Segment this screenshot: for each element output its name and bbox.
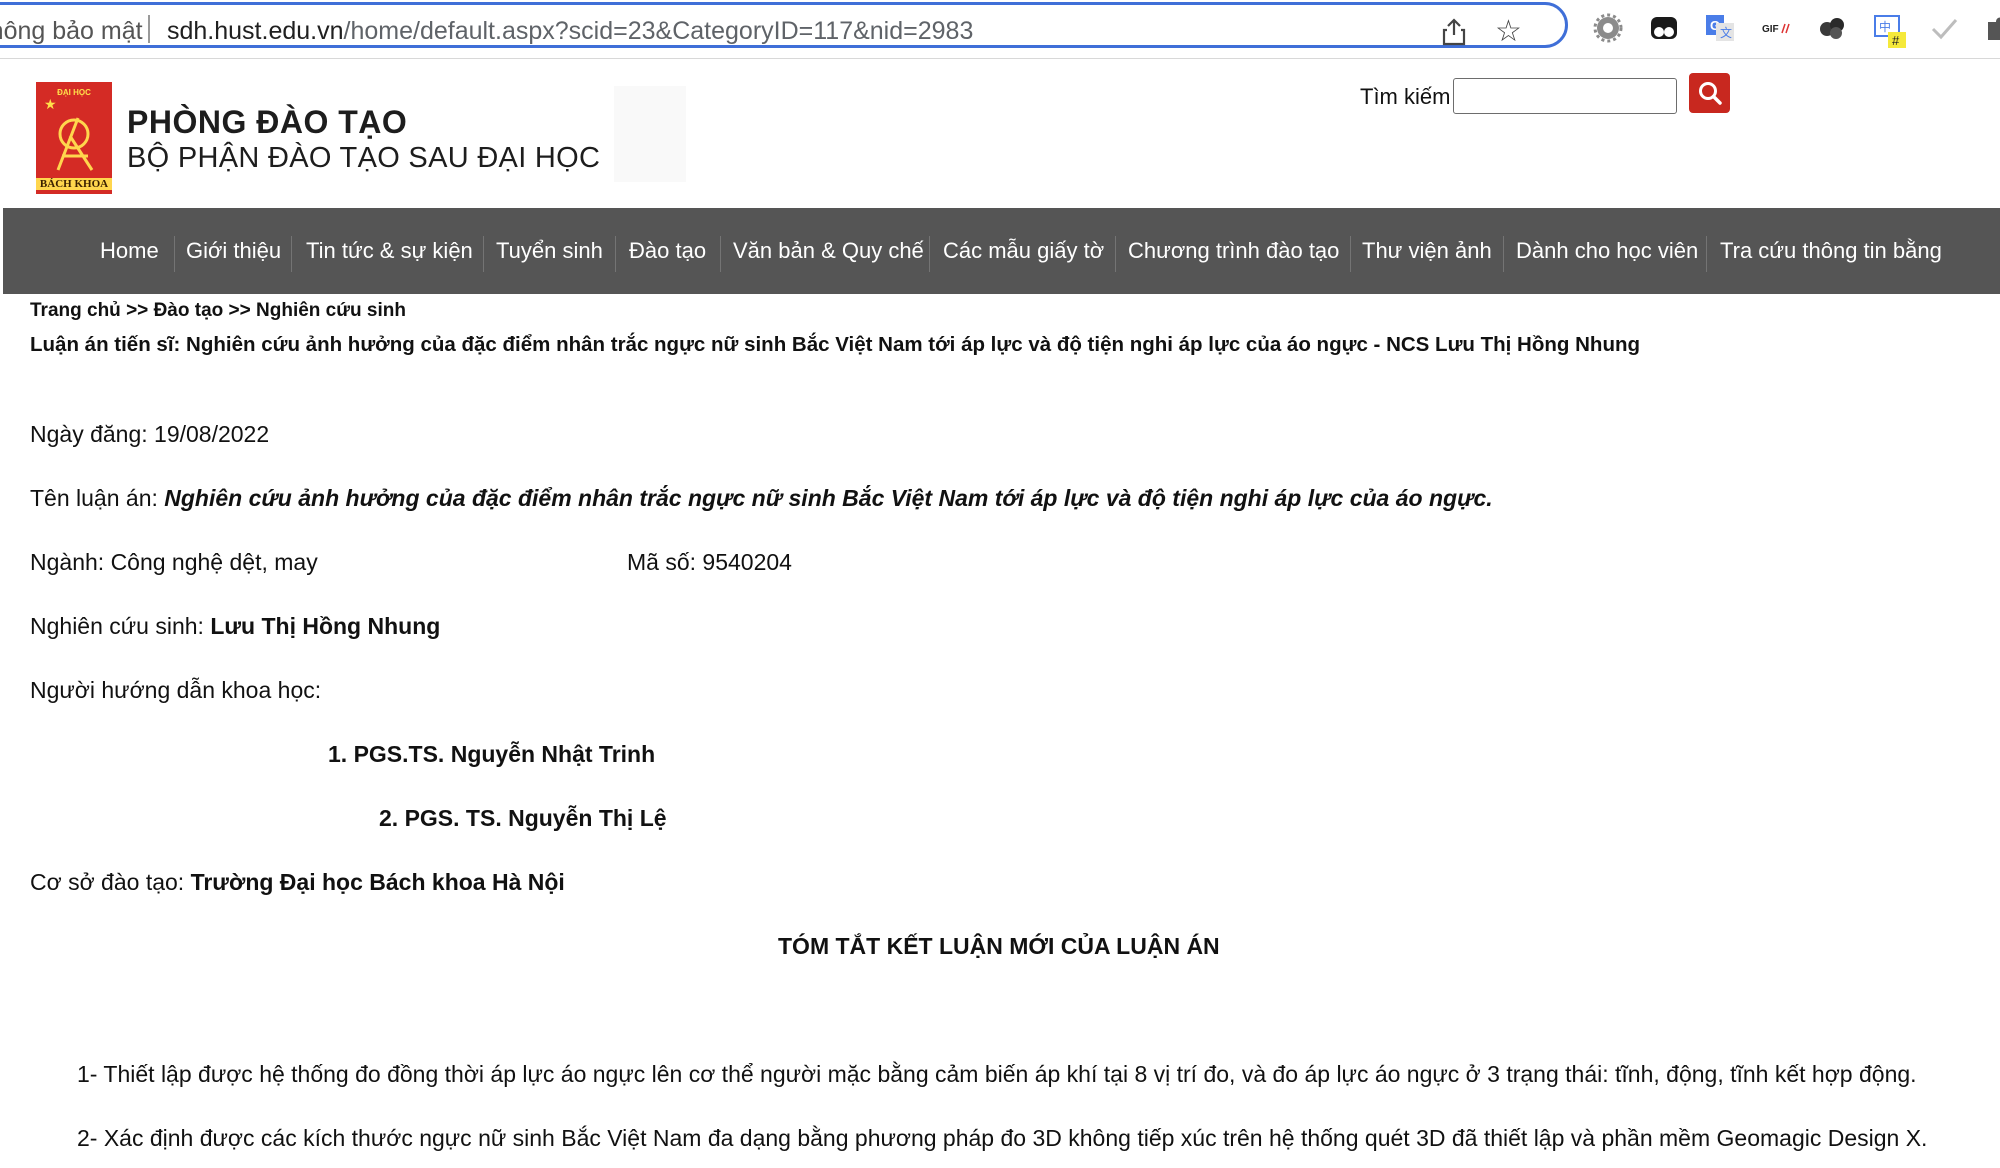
breadcrumb: Trang chủ >> Đào tạo >> Nghiên cứu sinh <box>30 300 406 322</box>
svg-text:文: 文 <box>1720 25 1732 40</box>
address-bar[interactable]: Không bảo mật sdh.hust.edu.vn/home/defau… <box>0 2 1568 48</box>
major-code: Mã số: 9540204 <box>627 549 792 576</box>
nav-cac-mau-giay-to[interactable]: Các mẫu giấy tờ <box>943 208 1104 294</box>
search-icon <box>1698 82 1722 105</box>
url-path: /home/default.aspx?scid=23&CategoryID=11… <box>343 17 974 45</box>
institution-value: Trường Đại học Bách khoa Hà Nội <box>190 869 565 895</box>
department-subtitle[interactable]: BỘ PHẬN ĐÀO TẠO SAU ĐẠI HỌC <box>127 142 600 175</box>
logo-bottom-text: BÁCH KHOA <box>36 178 112 190</box>
puzzle-extension-icon[interactable] <box>1984 12 2000 44</box>
advisor-2: 2. PGS. TS. Nguyễn Thị Lệ <box>379 805 667 831</box>
breadcrumb-separator: >> <box>126 300 149 321</box>
major-code-value: 9540204 <box>702 549 792 575</box>
nav-tra-cuu-thong-tin-bang[interactable]: Tra cứu thông tin bằng <box>1720 208 1942 294</box>
conclusion-2: 2- Xác định được các kích thước ngực nữ … <box>77 1125 1928 1151</box>
nav-thu-vien-anh[interactable]: Thư viện ảnh <box>1362 208 1492 294</box>
bookmark-star-icon[interactable]: ☆ <box>1495 14 1522 49</box>
institution-label: Cơ sở đào tạo: <box>30 869 191 895</box>
nav-danh-cho-hoc-vien[interactable]: Dành cho học viên <box>1516 208 1698 294</box>
thesis-title: Tên luận án: Nghiên cứu ảnh hưởng của đặ… <box>30 485 1493 512</box>
advisor-label: Người hướng dẫn khoa học: <box>30 677 322 703</box>
logo-top-text: ĐẠI HỌC <box>57 88 91 97</box>
nav-tin-tuc-su-kien[interactable]: Tin tức & sự kiện <box>306 208 473 294</box>
thesis-title-label: Tên luận án: <box>30 485 165 511</box>
settings-extension-icon[interactable] <box>1592 12 1624 44</box>
url-text[interactable]: sdh.hust.edu.vn/home/default.aspx?scid=2… <box>167 17 973 46</box>
post-date-value: 19/08/2022 <box>154 421 270 447</box>
nav-divider <box>1503 236 1504 272</box>
google-translate-extension-icon[interactable]: G文 <box>1704 12 1736 44</box>
breadcrumb-separator: >> <box>228 300 251 321</box>
nav-divider <box>720 236 721 272</box>
main-navigation: Home Giới thiệu Tin tức & sự kiện Tuyển … <box>3 208 2000 294</box>
nav-divider <box>929 236 930 272</box>
nav-divider <box>1115 236 1116 272</box>
student-name: Lưu Thị Hồng Nhung <box>210 613 441 639</box>
search-button[interactable] <box>1689 73 1730 113</box>
article-title: Luận án tiến sĩ: Nghiên cứu ảnh hưởng củ… <box>30 333 1641 356</box>
address-divider <box>148 15 150 43</box>
nav-divider <box>1350 236 1351 272</box>
logo-emblem-icon <box>56 117 94 171</box>
major-code-label: Mã số: <box>627 549 703 575</box>
nav-divider <box>1706 236 1707 272</box>
breadcrumb-dao-tao[interactable]: Đào tạo <box>154 300 224 321</box>
check-extension-icon[interactable] <box>1928 12 1960 44</box>
dots-extension-icon[interactable] <box>1816 12 1848 44</box>
security-status[interactable]: Không bảo mật <box>0 17 143 46</box>
summary-heading: TÓM TẮT KẾT LUẬN MỚI CỦA LUẬN ÁN <box>778 933 1220 959</box>
nav-divider <box>615 236 616 272</box>
gif-extension-text: GIF <box>1762 24 1779 35</box>
student-label: Nghiên cứu sinh: <box>30 613 211 639</box>
url-host: sdh.hust.edu.vn <box>167 17 344 45</box>
nav-tuyen-sinh[interactable]: Tuyển sinh <box>496 208 603 294</box>
site-header: ★ ĐẠI HỌC BÁCH KHOA PHÒNG ĐÀO TẠO BỘ PHẬ… <box>0 58 2000 208</box>
student: Nghiên cứu sinh: Lưu Thị Hồng Nhung <box>30 613 440 640</box>
major: Ngành: Công nghệ dệt, may <box>30 549 318 576</box>
nav-home[interactable]: Home <box>100 208 159 294</box>
tampermonkey-extension-icon[interactable] <box>1648 12 1680 44</box>
thesis-title-value: Nghiên cứu ảnh hưởng của đặc điểm nhân t… <box>164 485 1493 511</box>
post-date-label: Ngày đăng: <box>30 421 155 447</box>
nav-gioi-thieu[interactable]: Giới thiệu <box>186 208 281 294</box>
university-logo[interactable]: ★ ĐẠI HỌC BÁCH KHOA <box>36 82 112 194</box>
nav-divider <box>483 236 484 272</box>
header-banner-image <box>614 86 686 182</box>
gif-extension-icon[interactable]: GIF <box>1760 12 1792 44</box>
institution: Cơ sở đào tạo: Trường Đại học Bách khoa … <box>30 869 565 896</box>
advisor-1: 1. PGS.TS. Nguyễn Nhật Trinh <box>328 741 656 767</box>
nav-dao-tao[interactable]: Đào tạo <box>629 208 706 294</box>
major-value: Công nghệ dệt, may <box>110 549 318 575</box>
logo-star-icon: ★ <box>44 96 57 112</box>
nav-van-ban-quy-che[interactable]: Văn bản & Quy chế <box>733 208 924 294</box>
translate-hash-badge: # <box>1892 33 1900 48</box>
browser-toolbar: Không bảo mật sdh.hust.edu.vn/home/defau… <box>0 0 2000 59</box>
nav-divider <box>291 236 292 272</box>
nav-chuong-trinh-dao-tao[interactable]: Chương trình đào tạo <box>1128 208 1339 294</box>
share-icon[interactable] <box>1441 18 1467 51</box>
search-input[interactable] <box>1453 78 1677 114</box>
translate-hash-extension-icon[interactable]: 中 # <box>1872 12 1906 48</box>
search-label: Tìm kiếm <box>1360 84 1451 109</box>
breadcrumb-nghien-cuu-sinh[interactable]: Nghiên cứu sinh <box>256 300 406 321</box>
department-title[interactable]: PHÒNG ĐÀO TẠO <box>127 104 407 141</box>
post-date: Ngày đăng: 19/08/2022 <box>30 421 269 448</box>
nav-divider <box>174 236 175 272</box>
breadcrumb-home[interactable]: Trang chủ <box>30 300 121 321</box>
conclusion-1: 1- Thiết lập được hệ thống đo đồng thời … <box>77 1061 1917 1087</box>
svg-text:中: 中 <box>1879 19 1891 34</box>
major-label: Ngành: <box>30 549 111 575</box>
